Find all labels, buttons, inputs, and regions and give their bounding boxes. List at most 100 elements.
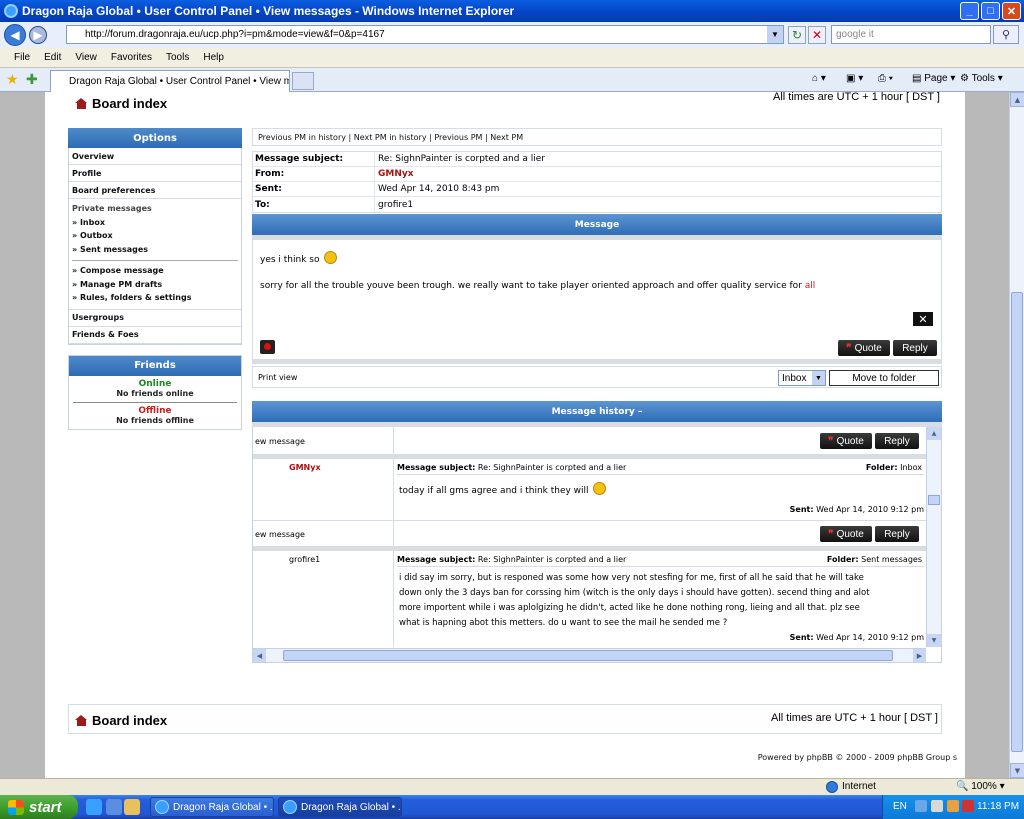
board-index-link-bottom[interactable]: Board index <box>75 713 167 728</box>
sidebar-item-friends-foes[interactable]: Friends & Foes <box>69 327 241 344</box>
browser-quicklaunch-icon[interactable] <box>106 799 122 815</box>
to-label: To: <box>253 197 375 212</box>
view-message-link[interactable]: ew message <box>255 437 305 446</box>
refresh-button[interactable]: ↻ <box>788 26 806 44</box>
menu-view[interactable]: View <box>75 52 97 63</box>
menu-edit[interactable]: Edit <box>44 52 61 63</box>
print-view-link[interactable]: Print view <box>258 373 297 382</box>
scroll-down-icon[interactable]: ▼ <box>1010 763 1024 778</box>
sidebar-item-overview[interactable]: Overview <box>69 148 241 165</box>
search-input[interactable]: google it <box>831 25 991 44</box>
sidebar-item-profile[interactable]: Profile <box>69 165 241 182</box>
tab-current[interactable]: Dragon Raja Global • User Control Panel … <box>50 70 290 92</box>
scroll-up-icon[interactable]: ▲ <box>1010 92 1024 107</box>
history-author[interactable]: grofire1 <box>289 555 320 564</box>
page-vertical-scrollbar[interactable]: ▲ ▼ <box>1009 92 1024 778</box>
menu-tools[interactable]: Tools <box>166 52 189 63</box>
page-menu[interactable]: ▤ Page ▾ <box>912 73 955 84</box>
history-title[interactable]: Message history – <box>252 401 942 422</box>
board-index-link-top[interactable]: Board index <box>75 96 167 111</box>
friends-panel: Friends Online No friends online Offline… <box>68 354 242 430</box>
globe-icon <box>826 781 838 793</box>
history-row: grofire1 Message subject: Re: SighnPaint… <box>253 551 926 647</box>
new-tab-button[interactable] <box>292 72 314 90</box>
view-message-link[interactable]: ew message <box>255 530 305 539</box>
ie-logo-icon <box>4 4 18 18</box>
favorites-star-icon[interactable]: ★ <box>6 72 19 88</box>
manage-drafts-link[interactable]: » Manage PM drafts <box>72 278 238 292</box>
quote-button[interactable]: ❞ Quote <box>820 526 872 542</box>
private-messages-title[interactable]: Private messages <box>72 202 238 216</box>
folder-select[interactable]: Inbox ▼ <box>778 370 826 386</box>
feeds-icon[interactable]: ▣ ▾ <box>846 73 863 84</box>
history-subject: Re: SighnPainter is corpted and a lier <box>477 555 627 564</box>
maximize-button[interactable]: □ <box>981 2 1000 20</box>
subject-label: Message subject: <box>253 152 375 166</box>
menu-help[interactable]: Help <box>203 52 224 63</box>
reply-button[interactable]: Reply <box>893 340 937 356</box>
volume-icon[interactable] <box>931 800 943 812</box>
taskbar-item-active[interactable]: Dragon Raja Global • ... <box>278 797 402 817</box>
search-button[interactable]: ⚲ <box>993 25 1019 44</box>
scroll-thumb[interactable] <box>1011 292 1023 752</box>
quote-button[interactable]: ❞ Quote <box>838 340 890 356</box>
home-icon[interactable]: ⌂ ▾ <box>812 73 826 84</box>
stop-button[interactable]: ✕ <box>808 26 826 44</box>
scroll-thumb[interactable] <box>928 495 940 505</box>
menu-favorites[interactable]: Favorites <box>111 52 152 63</box>
rules-folders-link[interactable]: » Rules, folders & settings <box>72 291 238 305</box>
minimize-button[interactable]: _ <box>960 2 979 20</box>
history-subject-label: Message subject: <box>397 555 476 564</box>
security-icon[interactable] <box>947 800 959 812</box>
scroll-down-icon[interactable]: ▼ <box>927 634 941 647</box>
address-input[interactable]: http://forum.dragonraja.eu/ucp.php?i=pm&… <box>66 25 784 44</box>
start-button[interactable]: start <box>0 795 78 819</box>
history-subject-label: Message subject: <box>397 463 476 472</box>
add-favorite-icon[interactable]: ✚ <box>26 72 38 88</box>
from-value[interactable]: GMNyx <box>375 169 414 179</box>
scroll-up-icon[interactable]: ▲ <box>927 427 941 440</box>
message-view: Previous PM in history | Next PM in hist… <box>252 128 942 663</box>
zoom-level[interactable]: 🔍 100% ▾ <box>956 781 1005 792</box>
report-close-button[interactable]: ✕ <box>913 312 933 326</box>
chevron-down-icon[interactable]: ▼ <box>767 26 783 43</box>
reply-button[interactable]: Reply <box>875 433 919 449</box>
board-index-label: Board index <box>92 713 168 728</box>
close-window-button[interactable]: ✕ <box>1002 2 1021 20</box>
to-value[interactable]: grofire1 <box>375 200 413 210</box>
folder-inbox[interactable]: » Inbox <box>72 216 238 230</box>
ie-quicklaunch-icon[interactable] <box>86 799 102 815</box>
sidebar-item-board-preferences[interactable]: Board preferences <box>69 182 241 199</box>
folder-outbox[interactable]: » Outbox <box>72 229 238 243</box>
scroll-right-icon[interactable]: ▶ <box>913 649 926 662</box>
divider <box>72 260 238 261</box>
scroll-thumb[interactable] <box>283 650 893 661</box>
menu-file[interactable]: File <box>14 52 30 63</box>
folder-quicklaunch-icon[interactable] <box>124 799 140 815</box>
body-line-2: sorry for all the trouble youve been tro… <box>260 281 802 291</box>
chevron-down-icon[interactable]: ▼ <box>812 371 825 385</box>
folder-sent[interactable]: » Sent messages <box>72 243 238 257</box>
sidebar-item-usergroups[interactable]: Usergroups <box>69 310 241 327</box>
history-vertical-scrollbar[interactable]: ▲ ▼ <box>926 427 941 647</box>
history-horizontal-scrollbar[interactable]: ◀ ▶ <box>253 648 926 662</box>
back-button[interactable]: ◀ <box>4 24 26 46</box>
history-row: ew message ❞ Quote Reply <box>253 521 926 547</box>
reply-button[interactable]: Reply <box>875 526 919 542</box>
taskbar-item[interactable]: Dragon Raja Global • ... <box>150 797 274 817</box>
profile-icon[interactable] <box>260 340 275 354</box>
compose-message-link[interactable]: » Compose message <box>72 264 238 278</box>
alert-icon[interactable] <box>962 800 974 812</box>
network-icon[interactable] <box>915 800 927 812</box>
scroll-left-icon[interactable]: ◀ <box>253 649 266 662</box>
windows-logo-icon <box>8 799 24 815</box>
pm-navigation[interactable]: Previous PM in history | Next PM in hist… <box>252 128 942 146</box>
move-to-folder-button[interactable]: Move to folder <box>829 370 939 386</box>
history-author[interactable]: GMNyx <box>289 463 321 472</box>
language-indicator[interactable]: EN <box>893 801 907 812</box>
tools-menu[interactable]: ⚙ Tools ▾ <box>960 73 1003 84</box>
forward-button[interactable]: ▶ <box>29 26 47 44</box>
print-icon[interactable]: ⎙ ▾ <box>878 73 893 84</box>
quote-label: Quote <box>854 342 882 354</box>
quote-button[interactable]: ❞ Quote <box>820 433 872 449</box>
